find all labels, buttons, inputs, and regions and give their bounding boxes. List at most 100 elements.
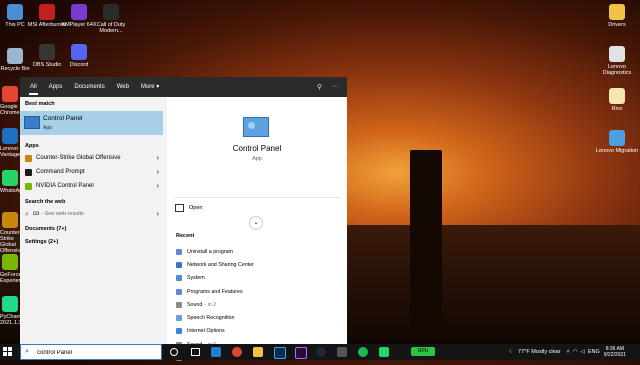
desktop-icon-icon: [39, 4, 55, 20]
chevron-right-icon: ›: [156, 167, 159, 176]
desktop-icon[interactable]: Lenovo Diagnostics: [594, 46, 640, 76]
open-action[interactable]: Open: [175, 204, 202, 212]
steam-icon[interactable]: [316, 347, 326, 357]
feedback-icon[interactable]: ⚲: [317, 83, 322, 91]
language-indicator[interactable]: ENG: [588, 349, 600, 355]
taskbar: ⌕ GPU ☾ 77°F Mostly clear ˄ ◠ ◁ ENG 8:36…: [0, 344, 640, 360]
open-icon: [175, 204, 184, 212]
tab-web[interactable]: Web: [111, 77, 135, 97]
desktop-icon-label: Lenovo Migration: [595, 148, 639, 154]
documents-category[interactable]: Documents (7+): [20, 221, 167, 232]
recent-item-label: Sound: [187, 301, 203, 308]
windows-start-icon[interactable]: [3, 347, 13, 357]
desktop-icon-icon: [39, 44, 55, 60]
chrome-icon[interactable]: [232, 347, 242, 357]
desktop-icon-icon: [71, 44, 87, 60]
desktop-icon[interactable]: Discord: [56, 44, 102, 68]
desktop-icon[interactable]: Rivo: [594, 88, 640, 112]
desktop-icon-label: Lenovo Vantage: [0, 146, 20, 158]
premiere-icon[interactable]: [295, 347, 307, 359]
desktop-icon-icon: [71, 4, 87, 20]
desktop-icon[interactable]: Google Chrome: [0, 86, 20, 116]
best-match-header: Best match: [25, 101, 55, 107]
apps-header: Apps: [25, 143, 39, 149]
web-result-item[interactable]: ⌕ co - See web results ›: [20, 207, 167, 221]
clock[interactable]: 8:36 AM 9/22/2021: [604, 346, 626, 358]
desktop-icon[interactable]: WhatsApp: [0, 170, 20, 194]
app-icon[interactable]: [337, 347, 347, 357]
chevron-right-icon: ›: [156, 209, 159, 218]
desktop-icon-icon: [609, 130, 625, 146]
tab-all[interactable]: All: [24, 77, 43, 97]
desktop-icon[interactable]: GeForce Experience: [0, 254, 20, 284]
desktop-icon-icon: [7, 4, 23, 20]
edge-icon[interactable]: [211, 347, 221, 357]
recent-item-label: System: [187, 275, 205, 282]
weather-text[interactable]: 77°F Mostly clear: [518, 349, 561, 355]
control-panel-icon: [24, 116, 40, 129]
whatsapp-icon[interactable]: [379, 347, 389, 357]
open-label: Open: [189, 205, 203, 211]
desktop-icon[interactable]: Counter-Strike Global Offensive: [0, 212, 20, 254]
system-tray: ☾ 77°F Mostly clear ˄ ◠ ◁ ENG 8:36 AM 9/…: [509, 344, 640, 360]
tab-documents[interactable]: Documents: [68, 77, 110, 97]
desktop-icon-label: Rivo: [611, 106, 623, 112]
cortana-icon[interactable]: [170, 348, 178, 356]
desktop-icon-icon: [609, 46, 625, 62]
desktop-icon[interactable]: Lenovo Vantage: [0, 128, 20, 158]
photoshop-icon[interactable]: [274, 347, 286, 359]
chevron-right-icon: ›: [156, 181, 159, 190]
recent-item[interactable]: Sound - in 2: [176, 298, 256, 311]
desktop-icon-icon: [2, 212, 18, 228]
recent-item[interactable]: Programs and Features: [176, 285, 256, 298]
best-match-control-panel[interactable]: Control Panel App: [20, 111, 163, 135]
desktop-icon-label: Drivers: [608, 22, 626, 28]
chevron-up-icon[interactable]: ˄: [567, 349, 570, 355]
spotify-icon[interactable]: [358, 347, 368, 357]
app-result-item[interactable]: Command Prompt ›: [20, 165, 167, 179]
more-options-icon[interactable]: ···: [332, 83, 339, 91]
search-icon: ⌕: [25, 210, 29, 218]
desktop-icon-label: GeForce Experience: [0, 272, 20, 284]
app-icon: [25, 154, 32, 162]
desktop-icon-icon: [609, 4, 625, 20]
recent-item[interactable]: Internet Options: [176, 325, 256, 338]
weather-icon: ☾: [509, 349, 515, 355]
recent-item-icon: [176, 328, 182, 335]
tab-more[interactable]: More ▾: [135, 77, 165, 97]
taskbar-search-box[interactable]: ⌕: [20, 344, 162, 360]
search-input[interactable]: [37, 347, 157, 358]
preview-subtitle: App: [252, 156, 262, 162]
desktop-icon-label: Call of Duty Modern...: [96, 22, 126, 34]
gpu-monitor-badge[interactable]: GPU: [411, 347, 435, 356]
divider: [174, 197, 340, 198]
desktop-icon[interactable]: Drivers: [594, 4, 640, 28]
task-view-icon[interactable]: [191, 348, 200, 356]
recent-item[interactable]: Uninstall a program: [176, 245, 256, 258]
results-list: Best match Control Panel App Apps Counte…: [20, 97, 167, 344]
recent-item[interactable]: Network and Sharing Center: [176, 258, 256, 271]
desktop-icon-label: PyCharm 2021.1.3: [0, 314, 20, 326]
recent-item-icon: [176, 315, 182, 322]
wifi-icon[interactable]: ◠: [573, 349, 578, 355]
desktop-icon-icon: [2, 86, 18, 102]
volume-icon[interactable]: ◁: [581, 349, 585, 355]
app-result-item[interactable]: Counter-Strike Global Offensive ›: [20, 151, 167, 165]
app-result-item[interactable]: NVIDIA Control Panel ›: [20, 179, 167, 193]
settings-category[interactable]: Settings (2+): [20, 232, 167, 245]
recent-item-icon: [176, 301, 182, 308]
recent-item[interactable]: Speech Recognition: [176, 311, 256, 324]
recent-item-label: Uninstall a program: [187, 248, 233, 255]
desktop-icon[interactable]: Lenovo Migration: [594, 130, 640, 154]
web-query-hint: - See web results: [41, 211, 84, 217]
desktop-icon[interactable]: Call of Duty Modern...: [88, 4, 134, 34]
recent-item[interactable]: System: [176, 272, 256, 285]
recent-item-label: Internet Options: [187, 328, 225, 335]
file-explorer-icon[interactable]: [253, 347, 263, 357]
desktop-icon[interactable]: PyCharm 2021.1.3: [0, 296, 20, 326]
best-match-title: Control Panel: [43, 115, 83, 122]
preview-pane: Control Panel App Open ⌄ Recent Uninstal…: [167, 97, 347, 362]
tab-apps[interactable]: Apps: [43, 77, 69, 97]
expand-chevron-icon[interactable]: ⌄: [249, 216, 263, 230]
desktop-icon-icon: [103, 4, 119, 20]
